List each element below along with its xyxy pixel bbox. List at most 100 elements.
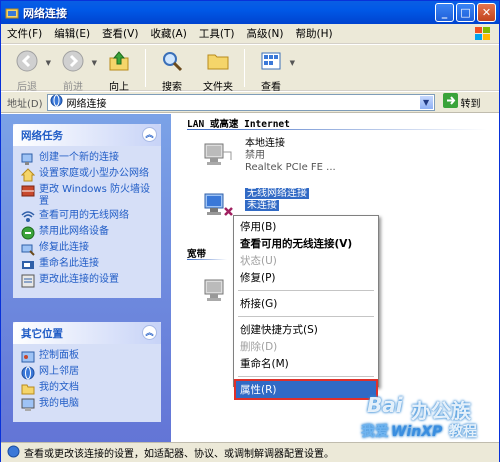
minimize-button[interactable]: _ xyxy=(435,3,454,22)
ctx-separator xyxy=(238,316,374,317)
address-label: 地址(D) xyxy=(7,98,43,110)
place-my-documents[interactable]: 我的文档 xyxy=(21,382,155,396)
window-title: 网络连接 xyxy=(23,6,67,20)
ctx-create-shortcut[interactable]: 创建快捷方式(S) xyxy=(236,321,376,338)
ctx-repair[interactable]: 修复(P) xyxy=(236,269,376,286)
network-places-icon xyxy=(21,366,35,380)
status-bar: 查看或更改该连接的设置，如适配器、协议、或调制解调器配置设置。 xyxy=(1,442,499,462)
task-repair[interactable]: 修复此连接 xyxy=(21,242,155,256)
collapse-chevron-icon[interactable]: ︽ xyxy=(142,325,157,340)
place-control-panel[interactable]: 控制面板 xyxy=(21,350,155,364)
view-button[interactable]: 查看 ▼ xyxy=(251,49,295,93)
ctx-disable[interactable]: 停用(B) xyxy=(236,218,376,235)
address-value: 网络连接 xyxy=(66,98,107,110)
wireless-network-icon xyxy=(201,188,235,222)
place-network-neighborhood[interactable]: 网上邻居 xyxy=(21,366,155,380)
disable-device-icon xyxy=(21,226,35,240)
home-network-icon xyxy=(20,168,36,182)
menu-help[interactable]: 帮助(H) xyxy=(290,26,339,41)
settings-icon xyxy=(21,274,35,288)
search-button[interactable]: 搜索 xyxy=(152,49,192,93)
folders-button[interactable]: 文件夹 xyxy=(198,49,238,93)
ctx-status[interactable]: 状态(U) xyxy=(236,252,376,269)
other-places-header[interactable]: 其它位置 ︽ xyxy=(13,322,161,344)
close-button[interactable]: ✕ xyxy=(477,3,496,22)
status-network-icon xyxy=(7,445,20,461)
connection-status: 禁用 xyxy=(245,150,265,161)
back-arrow-icon xyxy=(15,49,39,76)
ctx-bridge[interactable]: 桥接(G) xyxy=(236,295,376,312)
context-menu: 停用(B) 查看可用的无线连接(V) 状态(U) 修复(P) 桥接(G) 创建快… xyxy=(233,215,379,400)
menu-bar: 文件(F) 编辑(E) 查看(V) 收藏(A) 工具(T) 高级(N) 帮助(H… xyxy=(1,24,499,44)
network-tasks-header[interactable]: 网络任务 ︽ xyxy=(13,124,161,146)
group-divider xyxy=(187,259,227,260)
toolbar-separator xyxy=(244,49,245,87)
task-rename[interactable]: 重命名此连接 xyxy=(21,258,155,272)
windows-logo-icon xyxy=(473,26,493,42)
task-change-settings[interactable]: 更改此连接的设置 xyxy=(21,274,155,288)
task-home-network[interactable]: 设置家庭或小型办公网络 xyxy=(20,168,155,182)
place-my-computer[interactable]: 我的电脑 xyxy=(21,398,155,412)
address-input[interactable]: 网络连接 ▼ xyxy=(46,93,435,111)
connection-name: 无线网络连接 xyxy=(245,188,309,199)
menu-file[interactable]: 文件(F) xyxy=(1,26,48,41)
broadband-network-icon xyxy=(201,274,235,308)
menu-view[interactable]: 查看(V) xyxy=(96,26,144,41)
menu-tools[interactable]: 工具(T) xyxy=(193,26,241,41)
up-button[interactable]: 向上 xyxy=(99,49,139,93)
menu-favorites[interactable]: 收藏(A) xyxy=(144,26,192,41)
go-label: 转到 xyxy=(460,98,481,110)
ctx-properties[interactable]: 属性(R) xyxy=(234,379,378,400)
network-tasks-panel: 网络任务 ︽ 创建一个新的连接 设置家庭或小型办公网络 更改 Windows 防… xyxy=(13,124,161,298)
status-text: 查看或更改该连接的设置，如适配器、协议、或调制解调器配置设置。 xyxy=(24,449,334,460)
ctx-rename[interactable]: 重命名(M) xyxy=(236,355,376,372)
back-button[interactable]: 后退 ▼ xyxy=(7,49,51,93)
group-header-lan: LAN 或高速 Internet xyxy=(187,119,290,130)
window: 网络连接 _ □ ✕ 文件(F) 编辑(E) 查看(V) 收藏(A) 工具(T)… xyxy=(0,0,500,462)
ctx-separator xyxy=(238,376,374,377)
task-pane: 网络任务 ︽ 创建一个新的连接 设置家庭或小型办公网络 更改 Windows 防… xyxy=(1,114,171,442)
address-bar: 地址(D) 网络连接 ▼ 转到 xyxy=(1,92,499,113)
group-divider xyxy=(187,129,487,130)
go-button[interactable]: 转到 xyxy=(442,93,481,111)
folder-up-icon xyxy=(107,49,131,76)
title-bar[interactable]: 网络连接 _ □ ✕ xyxy=(1,1,499,24)
search-icon xyxy=(160,49,184,76)
control-panel-icon xyxy=(21,350,35,364)
wireless-icon xyxy=(21,210,35,224)
other-places-panel: 其它位置 ︽ 控制面板 网上邻居 我的文档 我的电脑 xyxy=(13,322,161,422)
task-view-wireless[interactable]: 查看可用的无线网络 xyxy=(21,210,155,224)
connection-device: Realtek PCIe FE ... xyxy=(245,162,336,173)
go-arrow-icon xyxy=(442,93,458,111)
connection-name: 本地连接 xyxy=(245,138,285,149)
firewall-icon xyxy=(21,184,35,198)
folder-icon xyxy=(206,49,230,76)
disabled-network-icon xyxy=(201,138,235,172)
group-header-broadband: 宽带 xyxy=(187,249,207,260)
maximize-button[interactable]: □ xyxy=(456,3,475,22)
menu-edit[interactable]: 编辑(E) xyxy=(48,26,96,41)
rename-icon xyxy=(21,258,35,272)
connection-broadband[interactable] xyxy=(201,274,235,308)
task-disable-device[interactable]: 禁用此网络设备 xyxy=(21,226,155,240)
view-grid-icon xyxy=(259,49,283,76)
menu-advanced[interactable]: 高级(N) xyxy=(240,26,289,41)
ctx-separator xyxy=(238,290,374,291)
forward-button[interactable]: 前进 ▼ xyxy=(53,49,97,93)
connection-local[interactable]: 本地连接 禁用 Realtek PCIe FE ... xyxy=(201,138,336,174)
task-create-connection[interactable]: 创建一个新的连接 xyxy=(21,152,155,166)
repair-icon xyxy=(21,242,35,256)
collapse-chevron-icon[interactable]: ︽ xyxy=(142,127,157,142)
forward-arrow-icon xyxy=(61,49,85,76)
task-firewall[interactable]: 更改 Windows 防火墙设置 xyxy=(21,184,155,208)
ctx-view-wireless[interactable]: 查看可用的无线连接(V) xyxy=(236,235,376,252)
my-computer-icon xyxy=(21,398,35,412)
ctx-delete[interactable]: 删除(D) xyxy=(236,338,376,355)
toolbar-separator xyxy=(145,49,146,87)
toolbar: 后退 ▼ 前进 ▼ 向上 搜索 文件夹 查看 ▼ xyxy=(1,45,499,93)
new-connection-icon xyxy=(21,152,35,166)
address-dropdown-button[interactable]: ▼ xyxy=(418,94,434,110)
my-documents-icon xyxy=(21,382,35,396)
connection-status: 未连接 xyxy=(245,200,279,211)
network-folder-icon xyxy=(5,6,19,20)
